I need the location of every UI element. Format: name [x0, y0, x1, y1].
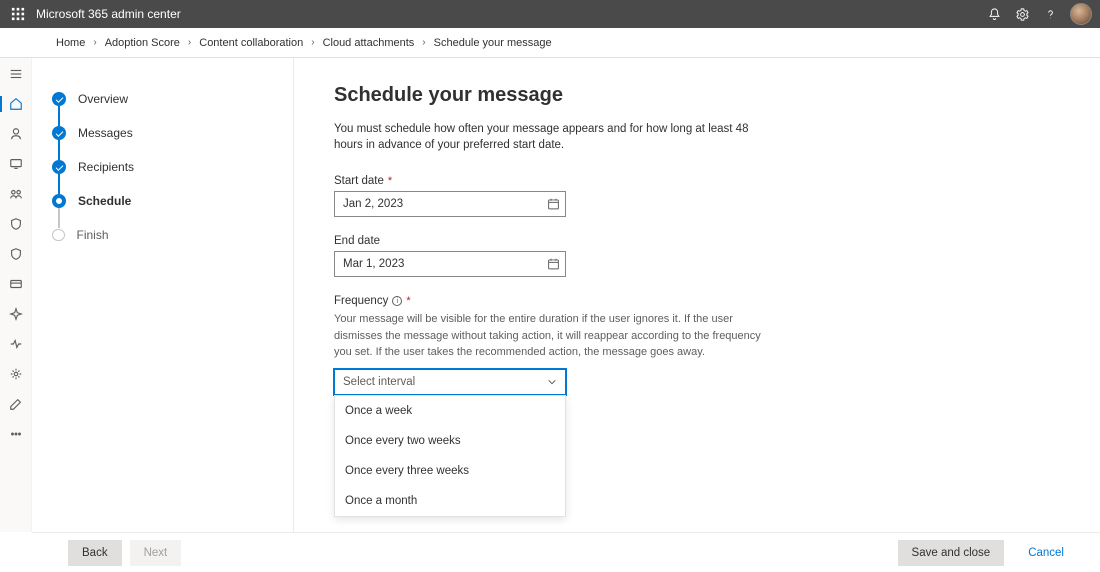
edit-icon[interactable] [8, 396, 24, 412]
spark-icon[interactable] [8, 306, 24, 322]
app-launcher-icon[interactable] [8, 4, 28, 24]
step-finish[interactable]: Finish [52, 218, 273, 252]
cancel-link[interactable]: Cancel [1028, 547, 1064, 559]
end-date-label: End date [334, 235, 1060, 247]
frequency-dropdown: Once a week Once every two weeks Once ev… [334, 395, 566, 517]
frequency-option[interactable]: Once a week [335, 396, 565, 426]
app-title: Microsoft 365 admin center [36, 7, 181, 21]
breadcrumb-item[interactable]: Home [56, 37, 85, 49]
billing-icon[interactable] [8, 276, 24, 292]
left-nav-rail [0, 58, 32, 532]
start-date-input[interactable] [334, 191, 566, 217]
step-schedule[interactable]: Schedule [52, 184, 273, 218]
frequency-option[interactable]: Once every two weeks [335, 426, 565, 456]
back-button[interactable]: Back [68, 540, 122, 566]
breadcrumb: Home› Adoption Score› Content collaborat… [0, 28, 1100, 58]
breadcrumb-item[interactable]: Schedule your message [434, 37, 552, 49]
wizard-footer: Back Next Save and close Cancel [32, 532, 1100, 572]
wizard-steps: Overview Messages Recipients Schedule Fi… [32, 58, 294, 532]
frequency-option[interactable]: Once every three weeks [335, 456, 565, 486]
shield-icon[interactable] [8, 216, 24, 232]
page-description: You must schedule how often your message… [334, 121, 764, 153]
end-date-input[interactable] [334, 251, 566, 277]
start-date-label: Start date * [334, 175, 1060, 187]
frequency-option[interactable]: Once a month [335, 486, 565, 516]
settings-nav-icon[interactable] [8, 366, 24, 382]
breadcrumb-item[interactable]: Adoption Score [105, 37, 180, 49]
step-messages[interactable]: Messages [52, 116, 273, 150]
calendar-icon[interactable] [547, 198, 560, 211]
chevron-down-icon [547, 377, 557, 387]
frequency-label: Frequency i * [334, 295, 1060, 307]
shield-icon[interactable] [8, 246, 24, 262]
health-icon[interactable] [8, 336, 24, 352]
settings-icon[interactable] [1010, 2, 1034, 26]
notifications-icon[interactable] [982, 2, 1006, 26]
home-icon[interactable] [8, 96, 24, 112]
step-overview[interactable]: Overview [52, 82, 273, 116]
info-icon[interactable]: i [392, 296, 402, 306]
save-and-close-button[interactable]: Save and close [898, 540, 1005, 566]
groups-icon[interactable] [8, 186, 24, 202]
hamburger-icon[interactable] [8, 66, 24, 82]
devices-icon[interactable] [8, 156, 24, 172]
user-avatar[interactable] [1070, 3, 1092, 25]
frequency-select[interactable]: Select interval [334, 369, 566, 395]
breadcrumb-item[interactable]: Content collaboration [199, 37, 303, 49]
help-icon[interactable] [1038, 2, 1062, 26]
frequency-help: Your message will be visible for the ent… [334, 311, 764, 361]
breadcrumb-item[interactable]: Cloud attachments [323, 37, 415, 49]
next-button: Next [130, 540, 182, 566]
users-icon[interactable] [8, 126, 24, 142]
step-recipients[interactable]: Recipients [52, 150, 273, 184]
calendar-icon[interactable] [547, 258, 560, 271]
page-title: Schedule your message [334, 84, 1060, 107]
more-icon[interactable] [8, 426, 24, 442]
